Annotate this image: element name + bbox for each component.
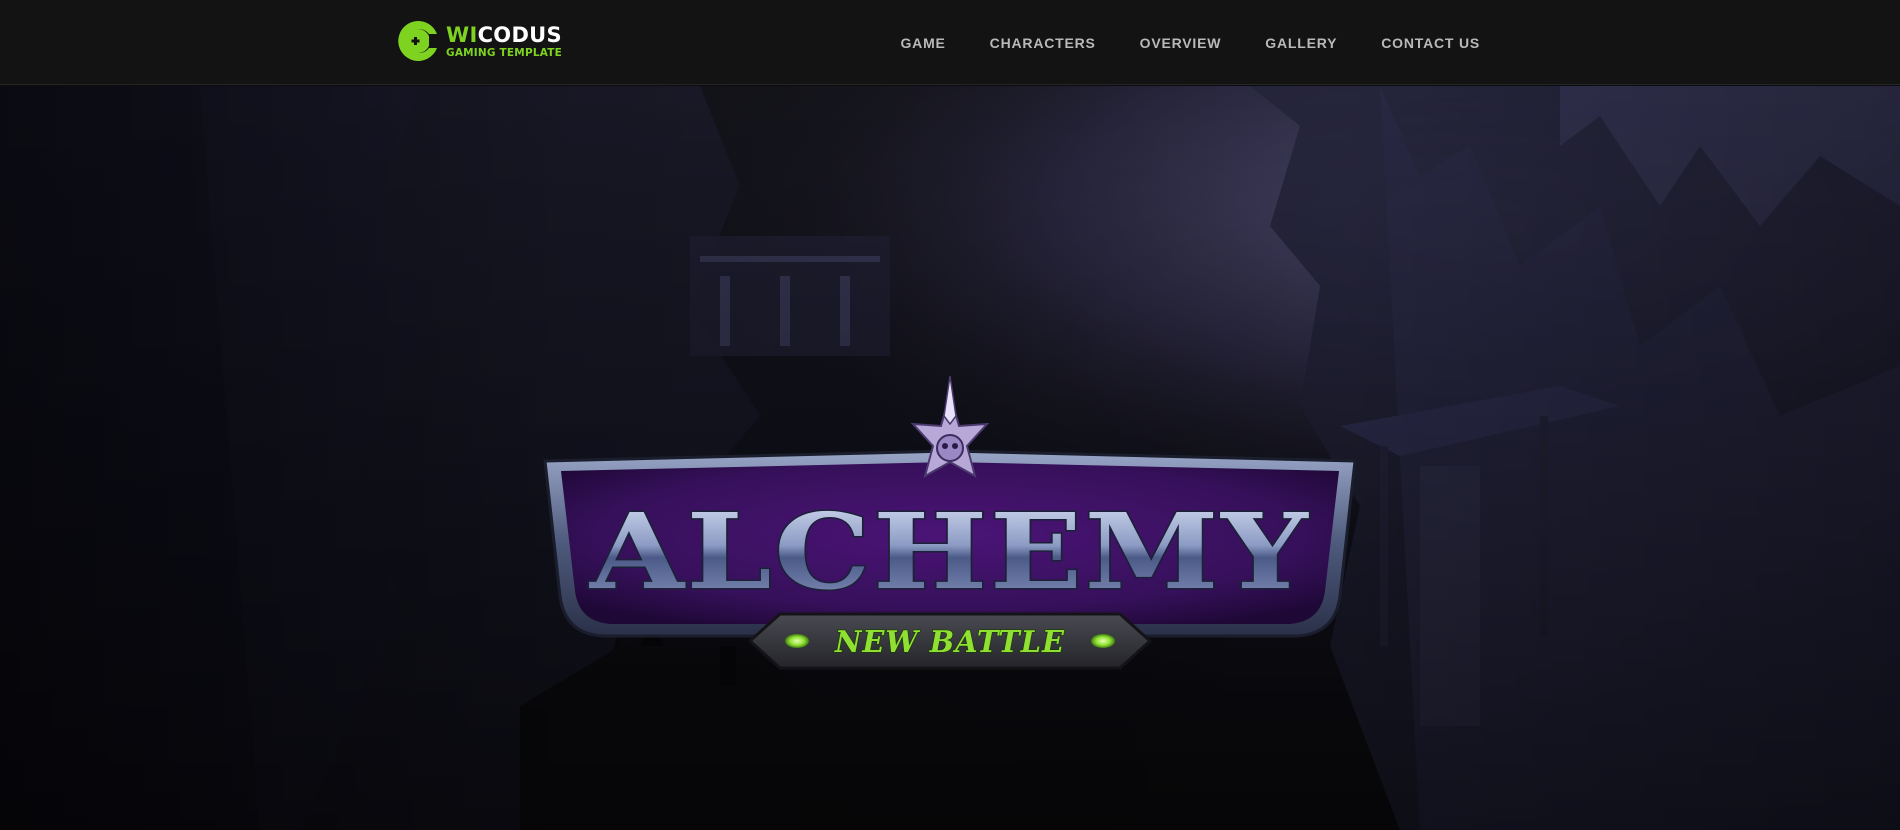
gem-left-icon <box>785 634 809 648</box>
logo-tagline: GAMING TEMPLATE <box>446 46 562 59</box>
nav-link-contact-us[interactable]: CONTACT US <box>1381 35 1480 51</box>
main-nav: GAME CHARACTERS OVERVIEW GALLERY CONTACT… <box>900 0 1480 85</box>
logo-name-rest: CODUS <box>477 22 562 47</box>
nav-link-overview[interactable]: OVERVIEW <box>1140 35 1222 51</box>
gamepad-c-icon <box>398 20 440 61</box>
nav-link-game[interactable]: GAME <box>900 35 945 51</box>
game-title-text: ALCHEMY <box>589 490 1310 613</box>
game-subtitle-text: NEW BATTLE <box>834 625 1065 660</box>
nav-link-gallery[interactable]: GALLERY <box>1265 35 1337 51</box>
gem-right-icon <box>1091 634 1115 648</box>
hero-section: ALCHEMY NEW BATTLE <box>0 86 1900 830</box>
logo-name: WICODUS <box>446 23 562 47</box>
logo-name-accent: WI <box>446 22 478 47</box>
logo-link[interactable]: WICODUS GAMING TEMPLATE <box>396 18 562 64</box>
site-header: WICODUS GAMING TEMPLATE GAME CHARACTERS … <box>0 0 1900 85</box>
title-banner-art: ALCHEMY NEW BATTLE <box>543 375 1357 670</box>
game-title-logo: ALCHEMY NEW BATTLE <box>535 306 1365 686</box>
nav-link-characters[interactable]: CHARACTERS <box>990 35 1096 51</box>
logo-text: WICODUS GAMING TEMPLATE <box>446 23 562 60</box>
